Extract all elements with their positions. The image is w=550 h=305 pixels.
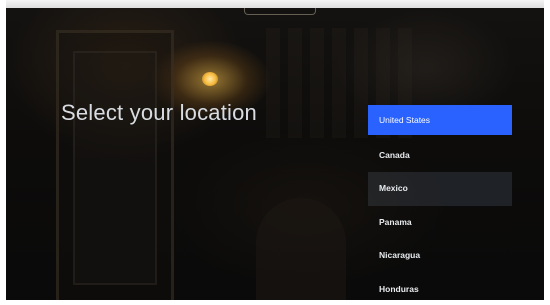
reflection-glare bbox=[244, 8, 316, 15]
location-item-panama[interactable]: Panama bbox=[368, 206, 512, 240]
location-item-mexico[interactable]: Mexico bbox=[368, 172, 512, 206]
photo-frame: Select your location United States Canad… bbox=[0, 0, 550, 305]
page-title: Select your location bbox=[61, 100, 257, 125]
reflection-person bbox=[256, 198, 346, 300]
tv-bezel bbox=[6, 0, 544, 8]
location-list[interactable]: United States Canada Mexico Panama Nicar… bbox=[368, 105, 512, 300]
reflection-lamp bbox=[202, 72, 218, 86]
location-item-nicaragua[interactable]: Nicaragua bbox=[368, 239, 512, 273]
location-item-honduras[interactable]: Honduras bbox=[368, 273, 512, 301]
reflection-door-panel bbox=[73, 51, 157, 285]
location-item-united-states[interactable]: United States bbox=[368, 105, 512, 135]
location-item-canada[interactable]: Canada bbox=[368, 139, 512, 173]
tv-screen: Select your location United States Canad… bbox=[6, 8, 544, 300]
reflection-door bbox=[56, 30, 174, 300]
